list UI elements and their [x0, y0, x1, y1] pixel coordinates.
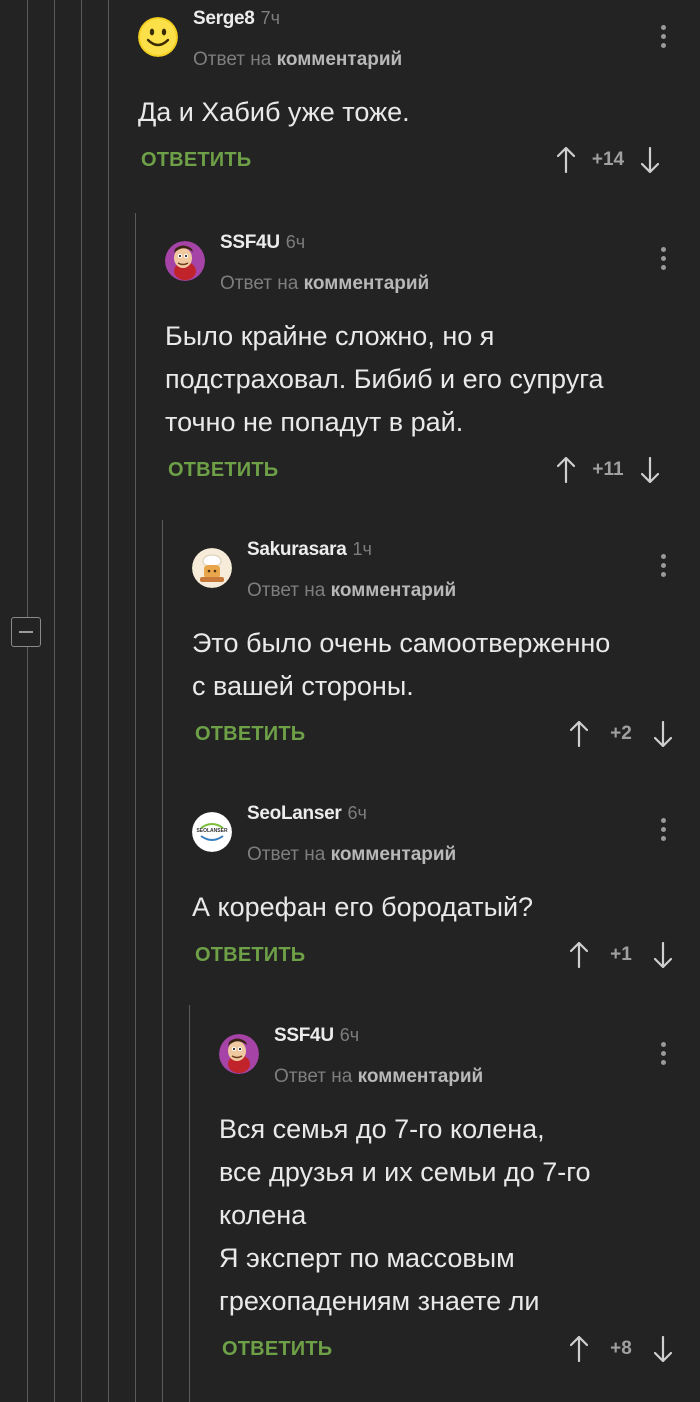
- author-line: SeoLanser 6ч: [247, 800, 367, 827]
- thread-line-4: [108, 0, 109, 1402]
- chef-character-avatar-icon[interactable]: [192, 548, 232, 588]
- upvote-arrow-icon[interactable]: [570, 721, 588, 747]
- rating-counter: +1: [610, 944, 632, 965]
- reply-to-prefix: Ответ на: [220, 273, 299, 294]
- author-name[interactable]: SSF4U: [220, 232, 280, 253]
- author-line: SSF4U 6ч: [274, 1022, 359, 1049]
- comment-time: 6ч: [285, 232, 306, 252]
- seolanser-logo-text: SEOLANSER: [196, 828, 228, 834]
- vote-controls: +2: [570, 718, 672, 750]
- more-options-icon[interactable]: [661, 818, 667, 844]
- rating-counter: +2: [610, 723, 632, 744]
- comment-header: Serge8 7ч Ответ на комментарий: [138, 5, 688, 70]
- author-line: SSF4U 6ч: [220, 229, 305, 256]
- comment: Serge8 7ч Ответ на комментарий Да и Хабиб…: [138, 5, 688, 176]
- comment: SEOLANSER SeoLanser 6ч Ответ на комментар…: [192, 800, 688, 971]
- upvote-arrow-icon[interactable]: [570, 1336, 588, 1362]
- comment: Sakurasara 1ч Ответ на комментарий Это бы…: [192, 536, 688, 750]
- more-options-icon[interactable]: [661, 25, 667, 51]
- author-name[interactable]: SSF4U: [274, 1025, 334, 1046]
- thread-line-2: [54, 0, 55, 1402]
- rating-counter: +14: [591, 149, 625, 170]
- vote-controls: +1: [570, 939, 672, 971]
- more-options-icon[interactable]: [661, 247, 667, 273]
- comment-actions: ОТВЕТИТЬ +14: [138, 144, 688, 176]
- upvote-arrow-icon[interactable]: [570, 942, 588, 968]
- upvote-arrow-icon[interactable]: [557, 147, 575, 173]
- more-options-icon[interactable]: [661, 1042, 667, 1068]
- upvote-arrow-icon[interactable]: [557, 457, 575, 483]
- downvote-arrow-icon[interactable]: [654, 942, 672, 968]
- comment-header: SEOLANSER SeoLanser 6ч Ответ на комментар…: [192, 800, 688, 865]
- comment-actions: ОТВЕТИТЬ +1: [192, 939, 688, 971]
- comment-header: SSF4U 6ч Ответ на комментарий: [165, 229, 688, 294]
- rating-counter: +11: [592, 459, 624, 480]
- reply-to-link[interactable]: комментарий: [277, 49, 403, 70]
- comment-text: А корефан его бородатый?: [192, 892, 534, 922]
- reply-to-prefix: Ответ на: [247, 844, 326, 865]
- reply-to-link[interactable]: комментарий: [331, 580, 457, 601]
- reply-to: Ответ на комментарий: [274, 1066, 483, 1088]
- author-line: Sakurasara 1ч: [247, 536, 372, 563]
- comment-text: Да и Хабиб уже тоже.: [138, 97, 410, 127]
- reply-to-prefix: Ответ на: [274, 1066, 353, 1087]
- cartoon-character-avatar-icon[interactable]: [219, 1034, 259, 1074]
- comment-header: SSF4U 6ч Ответ на комментарий: [219, 1022, 688, 1087]
- reply-to-prefix: Ответ на: [193, 49, 272, 70]
- reply-button[interactable]: ОТВЕТИТЬ: [141, 144, 251, 176]
- comment-text: Было крайне сложно, но я подстраховал. Б…: [165, 321, 604, 437]
- comment-header: Sakurasara 1ч Ответ на комментарий: [192, 536, 688, 601]
- author-line: Serge8 7ч: [193, 5, 280, 32]
- reply-to: Ответ на комментарий: [220, 273, 429, 295]
- vote-controls: +11: [557, 454, 659, 486]
- reply-to: Ответ на комментарий: [193, 49, 402, 71]
- comment-actions: ОТВЕТИТЬ +11: [165, 454, 688, 486]
- reply-button[interactable]: ОТВЕТИТЬ: [195, 939, 305, 971]
- collapse-thread-button[interactable]: [11, 617, 41, 647]
- reply-button[interactable]: ОТВЕТИТЬ: [195, 718, 305, 750]
- reply-to-link[interactable]: комментарий: [331, 844, 457, 865]
- comment-time: 7ч: [260, 8, 280, 28]
- author-name[interactable]: Serge8: [193, 8, 255, 29]
- author-name[interactable]: SeoLanser: [247, 803, 342, 824]
- author-name[interactable]: Sakurasara: [247, 539, 347, 560]
- rating-counter: +8: [610, 1338, 632, 1359]
- reply-to-link[interactable]: комментарий: [304, 273, 430, 294]
- reply-to-prefix: Ответ на: [247, 580, 326, 601]
- comment-time: 6ч: [339, 1025, 360, 1045]
- downvote-arrow-icon[interactable]: [654, 1336, 672, 1362]
- thread-line-6: [162, 520, 163, 1402]
- reply-button[interactable]: ОТВЕТИТЬ: [168, 454, 278, 486]
- more-options-icon[interactable]: [661, 554, 667, 580]
- downvote-arrow-icon[interactable]: [641, 147, 659, 173]
- comment-text: Это было очень самоотверженно с вашей ст…: [192, 628, 611, 701]
- thread-line-1: [27, 0, 28, 1402]
- comment-text: Вся семья до 7-го колена, все друзья и и…: [219, 1114, 591, 1316]
- thread-line-3: [81, 0, 82, 1402]
- thread-line-5: [135, 213, 136, 1402]
- comment-time: 1ч: [352, 539, 372, 559]
- smiley-avatar-icon[interactable]: [138, 17, 178, 57]
- reply-to: Ответ на комментарий: [247, 580, 456, 602]
- vote-controls: +8: [570, 1333, 672, 1365]
- thread-line-7: [189, 1005, 190, 1402]
- vote-controls: +14: [557, 144, 659, 176]
- downvote-arrow-icon[interactable]: [641, 457, 659, 483]
- comment-actions: ОТВЕТИТЬ +8: [219, 1333, 688, 1365]
- comment-time: 6ч: [347, 803, 367, 823]
- comment-actions: ОТВЕТИТЬ +2: [192, 718, 688, 750]
- reply-to: Ответ на комментарий: [247, 844, 456, 866]
- comment: SSF4U 6ч Ответ на комментарий Было крайне…: [165, 229, 688, 486]
- cartoon-character-avatar-icon[interactable]: [165, 241, 205, 281]
- comment: SSF4U 6ч Ответ на комментарий Вся семья д…: [219, 1022, 688, 1365]
- reply-to-link[interactable]: комментарий: [358, 1066, 484, 1087]
- downvote-arrow-icon[interactable]: [654, 721, 672, 747]
- seolanser-logo-avatar[interactable]: SEOLANSER: [192, 812, 232, 852]
- reply-button[interactable]: ОТВЕТИТЬ: [222, 1333, 332, 1365]
